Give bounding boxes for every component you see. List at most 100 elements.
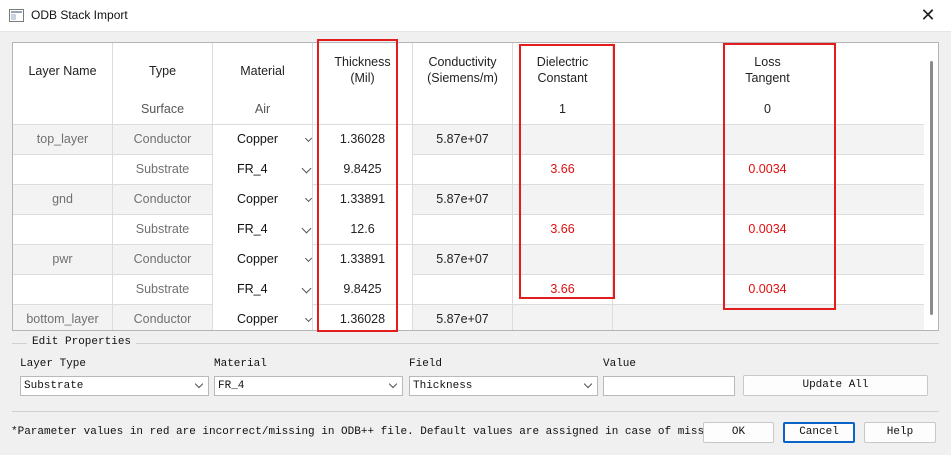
edit-properties-title: Edit Properties (27, 336, 137, 348)
cancel-button[interactable]: Cancel (783, 422, 855, 443)
ok-button[interactable]: OK (703, 422, 774, 443)
layer-name-cell[interactable]: top_layer (13, 125, 113, 155)
type-cell[interactable]: Conductor (113, 185, 213, 215)
loss-tangent-cell[interactable]: 0.0034 (613, 275, 922, 305)
header-thickness: Thickness (Mil) (313, 43, 413, 125)
type-cell[interactable]: Substrate (113, 215, 213, 245)
conductivity-cell[interactable] (413, 275, 513, 305)
thickness-cell[interactable]: 1.36028 (313, 125, 413, 155)
material-value: FR_4 (218, 380, 245, 392)
layer-name-cell[interactable] (13, 215, 113, 245)
layer-name-cell[interactable] (13, 155, 113, 185)
dielectric-cell[interactable] (513, 305, 613, 330)
material-dropdown[interactable]: FR_4 (214, 376, 403, 396)
conductivity-cell[interactable] (413, 215, 513, 245)
table-row[interactable]: top_layer Conductor Copper 1.36028 5.87e… (13, 125, 938, 155)
layer-type-dropdown[interactable]: Substrate (20, 376, 209, 396)
conductivity-cell[interactable]: 5.87e+07 (413, 245, 513, 275)
update-all-button[interactable]: Update All (743, 375, 928, 396)
chevron-down-icon[interactable] (304, 194, 313, 203)
chevron-down-icon[interactable] (301, 283, 312, 294)
type-cell[interactable]: Conductor (113, 305, 213, 330)
table-row[interactable]: pwr Conductor Copper 1.33891 5.87e+07 (13, 245, 938, 275)
material-value: Copper (237, 192, 278, 206)
material-value: Copper (237, 252, 278, 266)
header-loss-tangent: Loss Tangent 0 (613, 43, 922, 125)
type-cell[interactable]: Substrate (113, 275, 213, 305)
material-select[interactable]: FR_4 (213, 155, 313, 185)
material-select[interactable]: FR_4 (213, 275, 313, 305)
material-select[interactable]: Copper (213, 185, 313, 215)
chevron-down-icon (194, 379, 204, 389)
vertical-scrollbar[interactable] (924, 43, 938, 330)
close-icon[interactable]: ✕ (905, 0, 951, 32)
thickness-cell[interactable]: 12.6 (313, 215, 413, 245)
table-row[interactable]: Substrate FR_4 9.8425 3.66 0.0034 (13, 275, 938, 305)
thickness-cell[interactable]: 9.8425 (313, 155, 413, 185)
help-button[interactable]: Help (864, 422, 936, 443)
field-dropdown[interactable]: Thickness (409, 376, 598, 396)
type-cell[interactable]: Conductor (113, 245, 213, 275)
chevron-down-icon[interactable] (301, 223, 312, 234)
field-label: Field (409, 358, 443, 370)
value-label: Value (603, 358, 637, 370)
conductivity-cell[interactable]: 5.87e+07 (413, 185, 513, 215)
stack-import-icon (9, 9, 24, 22)
dielectric-cell[interactable] (513, 245, 613, 275)
chevron-down-icon[interactable] (304, 254, 313, 263)
value-input[interactable] (603, 376, 735, 396)
table-row[interactable]: bottom_layer Conductor Copper 1.36028 5.… (13, 305, 938, 330)
thickness-cell[interactable]: 1.33891 (313, 245, 413, 275)
edit-properties-divider (12, 343, 939, 344)
chevron-down-icon (388, 379, 398, 389)
chevron-down-icon[interactable] (304, 134, 313, 143)
loss-tangent-cell[interactable] (613, 305, 922, 330)
header-material: Material Air (213, 43, 313, 125)
loss-tangent-cell[interactable] (613, 125, 922, 155)
chevron-down-icon[interactable] (301, 163, 312, 174)
header-dielectric-label-2: Constant (537, 71, 588, 85)
loss-tangent-cell[interactable] (613, 185, 922, 215)
dielectric-cell[interactable] (513, 125, 613, 155)
type-cell[interactable]: Conductor (113, 125, 213, 155)
dielectric-cell[interactable]: 3.66 (513, 275, 613, 305)
material-select[interactable]: Copper (213, 245, 313, 275)
conductivity-cell[interactable]: 5.87e+07 (413, 305, 513, 330)
loss-tangent-cell[interactable] (613, 245, 922, 275)
thickness-cell[interactable]: 9.8425 (313, 275, 413, 305)
scrollbar-thumb[interactable] (930, 61, 933, 315)
conductivity-cell[interactable] (413, 155, 513, 185)
dielectric-cell[interactable]: 3.66 (513, 155, 613, 185)
layer-name-cell[interactable]: gnd (13, 185, 113, 215)
header-dielectric-constant: Dielectric Constant 1 (513, 43, 613, 125)
loss-tangent-cell[interactable]: 0.0034 (613, 155, 922, 185)
surface-loss: 0 (764, 102, 771, 116)
layer-name-cell[interactable] (13, 275, 113, 305)
table-row[interactable]: Substrate FR_4 9.8425 3.66 0.0034 (13, 155, 938, 185)
type-cell[interactable]: Substrate (113, 155, 213, 185)
surface-material: Air (254, 102, 271, 116)
stackup-table: Layer Name Type Surface Material Air Thi… (12, 42, 939, 331)
material-select[interactable]: Copper (213, 125, 313, 155)
layer-name-cell[interactable]: bottom_layer (13, 305, 113, 330)
material-value: FR_4 (237, 222, 268, 236)
table-row[interactable]: gnd Conductor Copper 1.33891 5.87e+07 (13, 185, 938, 215)
header-layer-name: Layer Name (13, 43, 113, 125)
header-dielectric-label: Dielectric (536, 55, 589, 69)
material-select[interactable]: Copper (213, 305, 313, 330)
header-conductivity-unit: (Siemens/m) (427, 71, 498, 85)
table-row[interactable]: Substrate FR_4 12.6 3.66 0.0034 (13, 215, 938, 245)
material-value: FR_4 (237, 282, 268, 296)
thickness-cell[interactable]: 1.33891 (313, 185, 413, 215)
material-select[interactable]: FR_4 (213, 215, 313, 245)
dielectric-cell[interactable]: 3.66 (513, 215, 613, 245)
header-loss-label-2: Tangent (745, 71, 790, 85)
window-title: ODB Stack Import (31, 8, 128, 22)
conductivity-cell[interactable]: 5.87e+07 (413, 125, 513, 155)
layer-name-cell[interactable]: pwr (13, 245, 113, 275)
loss-tangent-cell[interactable]: 0.0034 (613, 215, 922, 245)
thickness-cell[interactable]: 1.36028 (313, 305, 413, 330)
dielectric-cell[interactable] (513, 185, 613, 215)
chevron-down-icon[interactable] (304, 314, 313, 323)
layer-type-label: Layer Type (20, 358, 87, 370)
